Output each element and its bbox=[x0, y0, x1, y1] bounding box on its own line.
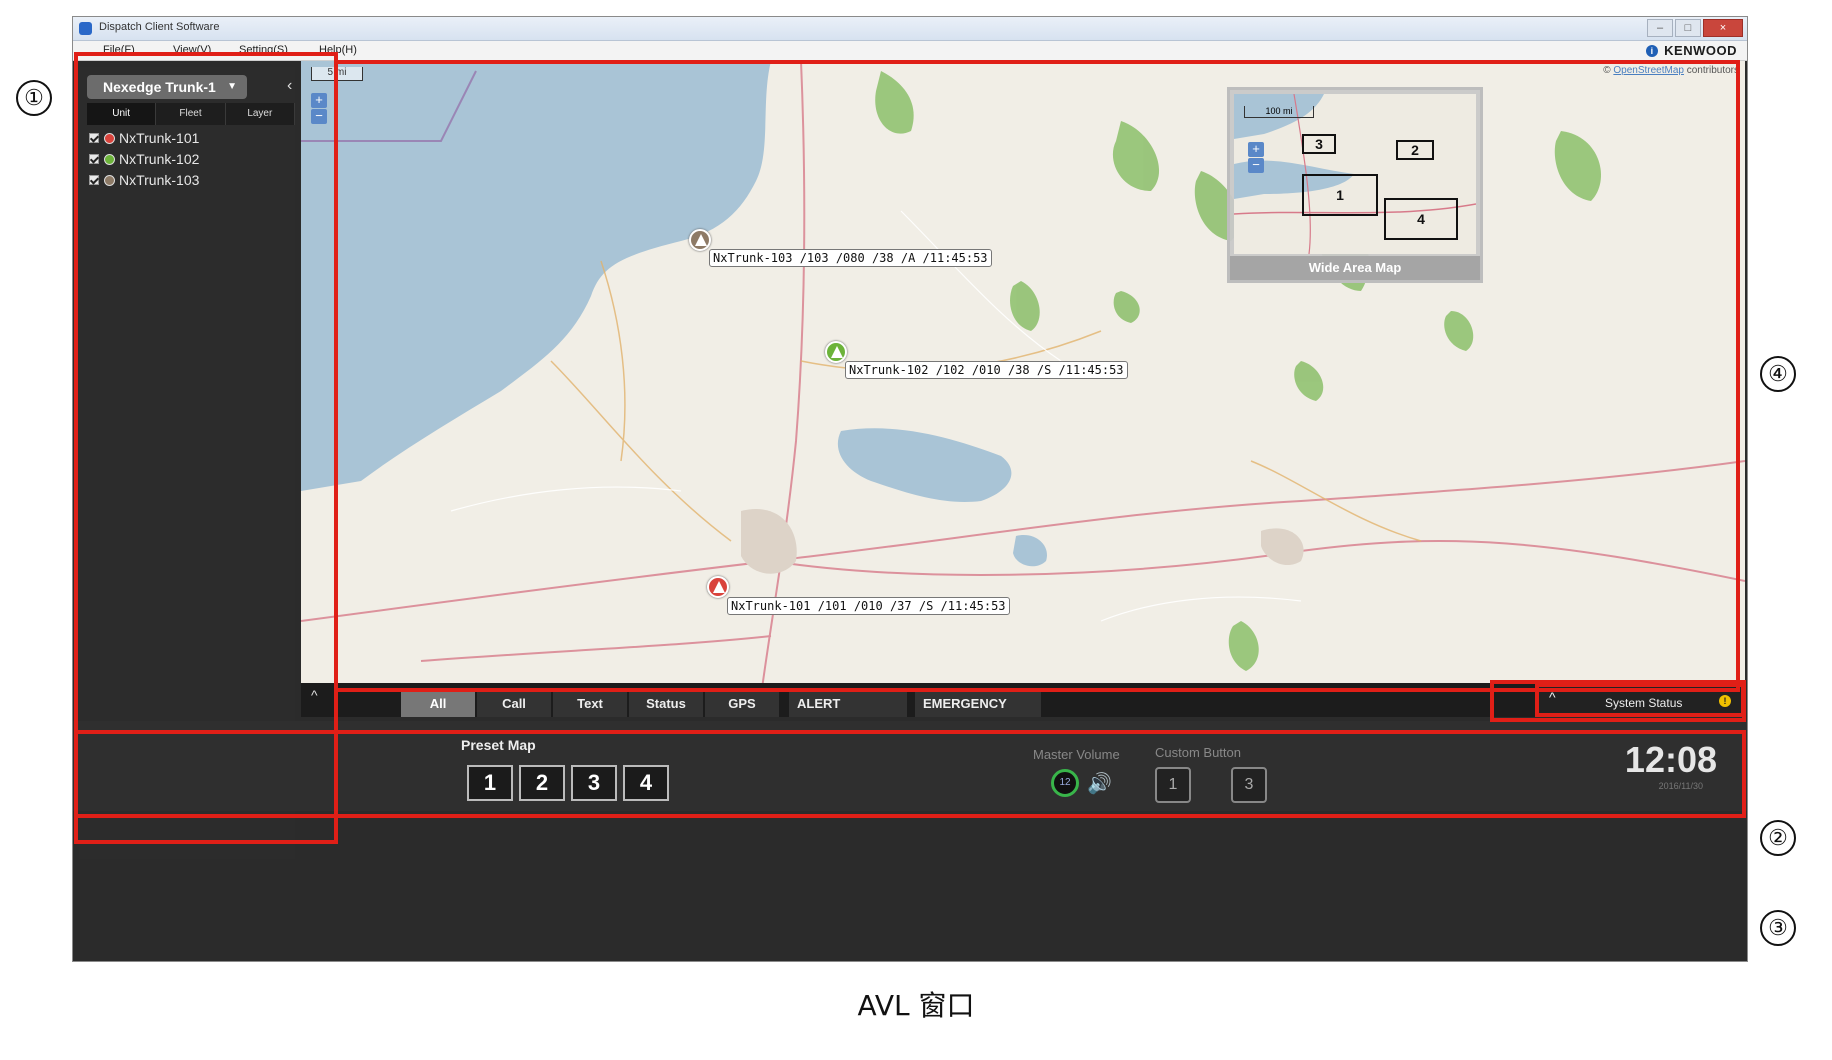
minimize-button[interactable]: – bbox=[1647, 19, 1673, 37]
annotation-box-4 bbox=[334, 60, 1740, 692]
callout-3: ③ bbox=[1760, 910, 1796, 946]
app-icon bbox=[79, 22, 92, 35]
window-title: Dispatch Client Software bbox=[99, 21, 220, 33]
info-icon[interactable]: i bbox=[1646, 45, 1659, 57]
title-bar: Dispatch Client Software – □ × bbox=[73, 17, 1747, 41]
callout-2: ② bbox=[1760, 820, 1796, 856]
annotation-box-3 bbox=[74, 730, 1746, 818]
filter-tab-emergency[interactable]: EMERGENCY bbox=[915, 691, 1041, 717]
annotation-box-1 bbox=[74, 52, 338, 844]
filter-tab-alert[interactable]: ALERT bbox=[789, 691, 907, 717]
filter-tab-call[interactable]: Call bbox=[477, 691, 551, 717]
callout-1: ① bbox=[16, 80, 52, 116]
callout-4: ④ bbox=[1760, 356, 1796, 392]
window-controls: – □ × bbox=[1647, 19, 1743, 37]
figure-caption: AVL 窗口 bbox=[857, 989, 975, 1022]
brand-name: KENWOOD bbox=[1664, 43, 1737, 58]
close-button[interactable]: × bbox=[1703, 19, 1743, 37]
brand-logo: i KENWOOD bbox=[1646, 43, 1737, 58]
filter-tab-text[interactable]: Text bbox=[553, 691, 627, 717]
filter-tab-status[interactable]: Status bbox=[629, 691, 703, 717]
annotation-box-2 bbox=[1490, 680, 1746, 722]
filter-tab-gps[interactable]: GPS bbox=[705, 691, 779, 717]
maximize-button[interactable]: □ bbox=[1675, 19, 1701, 37]
filter-tab-all[interactable]: All bbox=[401, 691, 475, 717]
